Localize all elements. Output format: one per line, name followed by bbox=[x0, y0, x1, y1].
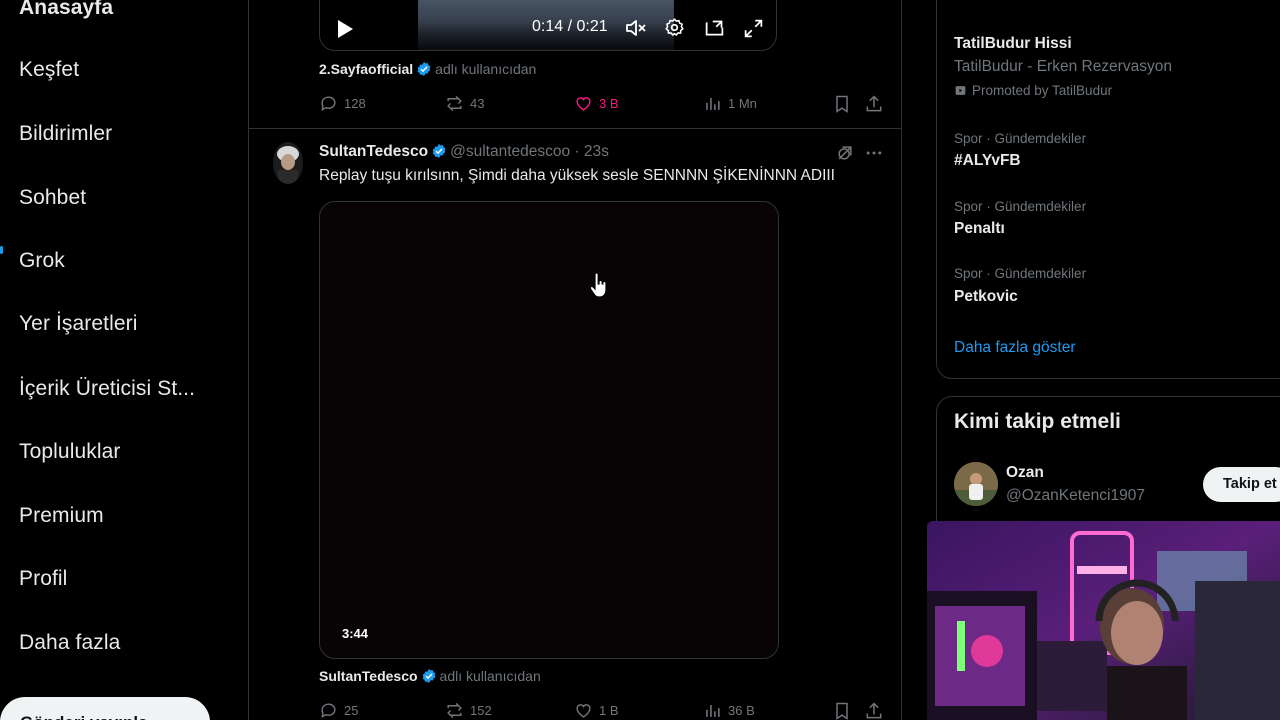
analytics-icon bbox=[706, 97, 720, 110]
view-count: 1 Mn bbox=[728, 96, 757, 111]
nav-item-communities[interactable]: Topluluklar bbox=[19, 440, 121, 464]
nav-item-more[interactable]: Daha fazla bbox=[19, 631, 120, 655]
follow-button[interactable]: Takip et bbox=[1203, 467, 1280, 502]
analytics-icon bbox=[706, 704, 720, 717]
author-name[interactable]: SultanTedesco bbox=[319, 143, 428, 160]
mute-icon[interactable] bbox=[625, 18, 647, 38]
settings-gear-icon[interactable] bbox=[664, 17, 685, 38]
attribution-suffix: adlı kullanıcıdan bbox=[435, 61, 537, 77]
like-count: 3 B bbox=[599, 96, 619, 111]
heart-icon bbox=[576, 704, 591, 718]
reply-icon bbox=[321, 703, 336, 718]
promoted-text: Promoted by TatilBudur bbox=[972, 83, 1113, 98]
avatar-image bbox=[273, 142, 303, 184]
timeline: 0:14 / 0:21 2.Sayfaofficial adlı kullanıc… bbox=[248, 0, 902, 720]
nav-item-profile[interactable]: Profil bbox=[19, 567, 67, 591]
attribution-name[interactable]: 2.Sayfaofficial bbox=[319, 61, 413, 77]
promoted-label: Promoted by TatilBudur bbox=[954, 83, 1112, 98]
picture-in-picture-icon[interactable] bbox=[704, 18, 725, 39]
left-nav: Anasayfa Keşfet Bildirimler Sohbet Grok … bbox=[0, 0, 248, 720]
avatar[interactable] bbox=[954, 462, 998, 506]
video-time: 0:14 / 0:21 bbox=[532, 18, 608, 35]
verified-badge-icon bbox=[417, 62, 431, 76]
share-icon[interactable] bbox=[864, 94, 884, 114]
repost-icon bbox=[447, 95, 462, 112]
repost-icon bbox=[447, 702, 462, 719]
nav-item-home[interactable]: Anasayfa bbox=[19, 0, 113, 20]
nav-item-notifications[interactable]: Bildirimler bbox=[19, 122, 112, 146]
like-button[interactable]: 1 B bbox=[574, 701, 619, 720]
attribution-name[interactable]: SultanTedesco bbox=[319, 668, 418, 684]
views-button[interactable]: 36 B bbox=[703, 701, 755, 720]
repost-button[interactable]: 152 bbox=[445, 701, 492, 720]
post-button[interactable]: Gönderi yayınla bbox=[0, 697, 210, 720]
hand-cursor-icon bbox=[589, 272, 607, 298]
notification-dot bbox=[0, 246, 3, 254]
tweet-separator bbox=[249, 128, 901, 129]
nav-item-creator-studio[interactable]: İçerik Üreticisi St... bbox=[19, 377, 195, 401]
tweet2-video-attribution: SultanTedesco adlı kullanıcıdan bbox=[319, 668, 541, 684]
play-icon[interactable] bbox=[336, 19, 354, 39]
reply-button[interactable]: 128 bbox=[319, 94, 366, 113]
nav-item-messages[interactable]: Sohbet bbox=[19, 186, 86, 210]
tweet1-video-player[interactable]: 0:14 / 0:21 bbox=[319, 0, 777, 51]
heart-icon bbox=[576, 97, 591, 111]
suggested-user-name[interactable]: Ozan bbox=[1006, 464, 1044, 482]
like-button[interactable]: 3 B bbox=[574, 94, 619, 113]
repost-count: 152 bbox=[470, 703, 492, 718]
suggested-user-handle[interactable]: @OzanKetenci1907 bbox=[1006, 487, 1145, 505]
view-count: 36 B bbox=[728, 703, 755, 718]
views-button[interactable]: 1 Mn bbox=[703, 94, 757, 113]
like-count: 1 B bbox=[599, 703, 619, 718]
author-handle-time[interactable]: @sultantedescoo · 23s bbox=[450, 143, 609, 160]
reply-count: 25 bbox=[344, 703, 359, 718]
trend-category: Spor · Gündemdekiler bbox=[954, 266, 1087, 281]
attribution-suffix: adlı kullanıcıdan bbox=[439, 668, 541, 684]
tweet1-video-attribution: 2.Sayfaofficial adlı kullanıcıdan bbox=[319, 61, 536, 77]
trends-card bbox=[936, 0, 1280, 379]
nav-item-bookmarks[interactable]: Yer İşaretleri bbox=[19, 312, 138, 336]
trend-category: Spor · Gündemdekiler bbox=[954, 199, 1087, 214]
verified-badge-icon bbox=[432, 144, 446, 158]
share-icon[interactable] bbox=[864, 701, 884, 720]
trend-item[interactable]: #ALYvFB bbox=[954, 152, 1021, 170]
ad-title[interactable]: TatilBudur Hissi bbox=[954, 35, 1072, 53]
trend-item[interactable]: Penaltı bbox=[954, 220, 1005, 238]
ad-description[interactable]: TatilBudur - Erken Rezervasyon bbox=[954, 58, 1172, 76]
reply-icon bbox=[321, 96, 336, 111]
tweet2-action-bar: 25 152 1 B 36 B bbox=[319, 701, 889, 720]
grok-icon[interactable] bbox=[835, 143, 855, 163]
video-duration: 3:44 bbox=[342, 626, 369, 641]
avatar[interactable] bbox=[273, 142, 303, 184]
fullscreen-icon[interactable] bbox=[743, 18, 764, 39]
tweet2-text: Replay tuşu kırılsınn, Şimdi daha yüksek… bbox=[319, 167, 835, 184]
nav-item-premium[interactable]: Premium bbox=[19, 504, 104, 528]
avatar-image bbox=[954, 462, 998, 506]
reply-button[interactable]: 25 bbox=[319, 701, 358, 720]
show-more-link[interactable]: Daha fazla göster bbox=[954, 339, 1076, 357]
nav-item-grok[interactable]: Grok bbox=[19, 249, 65, 273]
more-options-icon[interactable] bbox=[864, 143, 884, 163]
nav-item-explore[interactable]: Keşfet bbox=[19, 58, 79, 82]
promoted-icon bbox=[955, 86, 966, 95]
who-to-follow-title: Kimi takip etmeli bbox=[954, 410, 1121, 433]
webcam-overlay bbox=[927, 521, 1280, 720]
trend-category: Spor · Gündemdekiler bbox=[954, 131, 1087, 146]
tweet1-action-bar: 128 43 3 B 1 Mn bbox=[319, 94, 889, 116]
bookmark-icon[interactable] bbox=[832, 701, 852, 720]
verified-badge-icon bbox=[422, 669, 435, 683]
trend-item[interactable]: Petkovic bbox=[954, 288, 1018, 306]
reply-count: 128 bbox=[344, 96, 366, 111]
tweet2-video-player[interactable]: 3:44 bbox=[319, 201, 779, 659]
repost-button[interactable]: 43 bbox=[445, 94, 484, 113]
bookmark-icon[interactable] bbox=[832, 94, 852, 114]
tweet2-header: SultanTedesco @sultantedescoo · 23s bbox=[319, 143, 609, 161]
repost-count: 43 bbox=[470, 96, 485, 111]
webcam-feed-image bbox=[927, 521, 1280, 720]
